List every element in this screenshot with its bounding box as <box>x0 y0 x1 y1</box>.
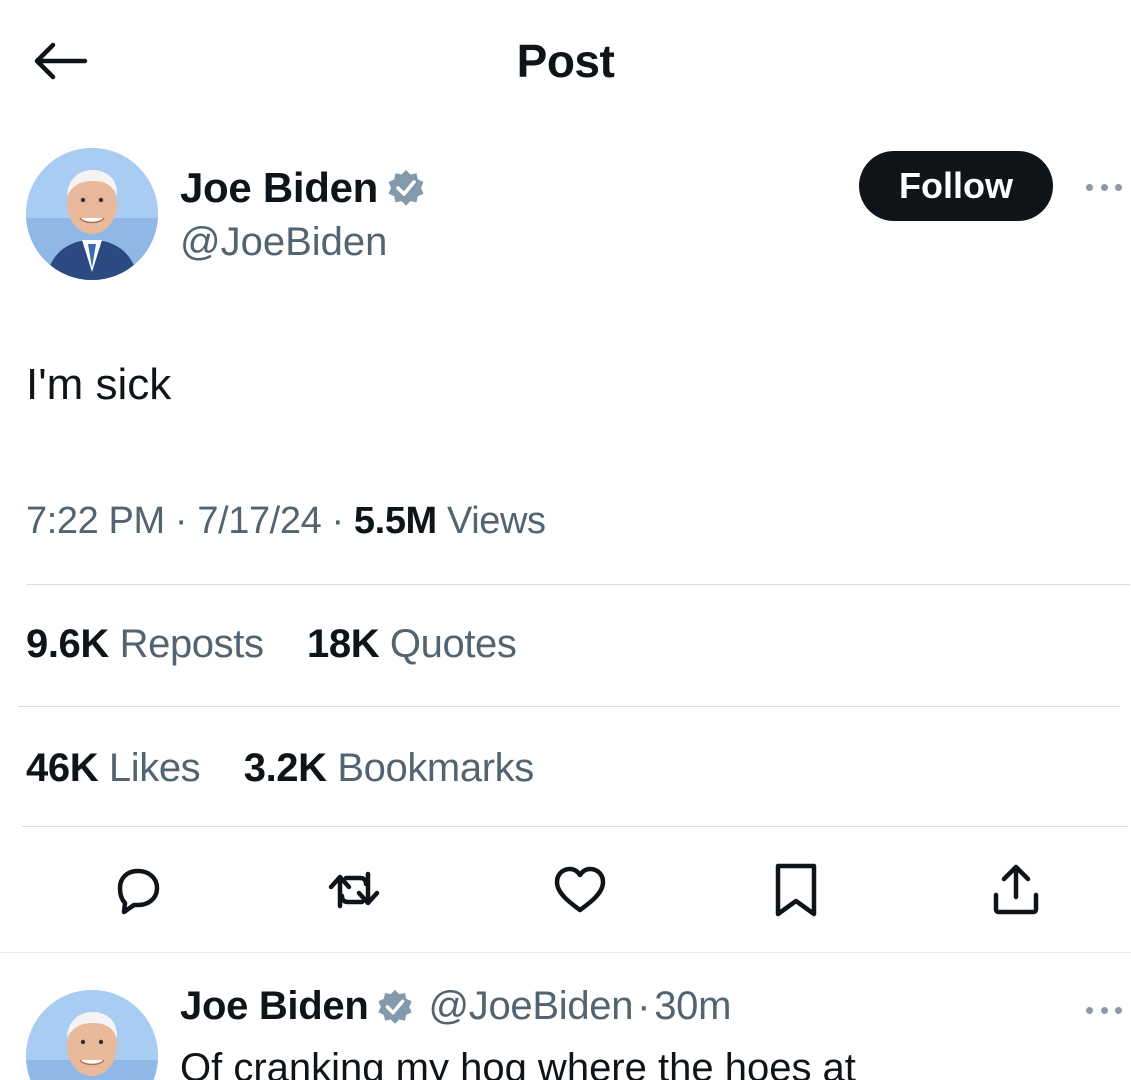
bookmarks-count: 3.2K <box>243 746 327 790</box>
top-bar: Post <box>0 0 1131 124</box>
ellipsis-icon <box>1086 183 1093 191</box>
repost-icon <box>324 862 384 923</box>
quotes-count: 18K <box>307 622 380 666</box>
likes-label: Likes <box>108 746 201 790</box>
reply-time: 30m <box>654 984 732 1028</box>
reply-avatar[interactable] <box>26 990 158 1080</box>
author-handle[interactable]: @JoeBiden <box>180 220 387 265</box>
like-button[interactable] <box>550 862 610 922</box>
repost-button[interactable] <box>324 862 384 922</box>
divider <box>26 584 1130 585</box>
verified-badge-icon <box>376 988 414 1026</box>
quotes-label: Quotes <box>389 622 517 666</box>
bookmark-icon <box>771 860 821 925</box>
stats-row-reposts-quotes: 9.6K Reposts 18K Quotes <box>26 622 517 667</box>
follow-button[interactable]: Follow <box>859 151 1053 221</box>
author-name[interactable]: Joe Biden <box>180 164 378 212</box>
more-options-button[interactable] <box>1086 180 1122 194</box>
quotes-stat[interactable]: 18K Quotes <box>296 622 517 666</box>
reply-icon <box>110 862 166 923</box>
reply-handle-text: @JoeBiden <box>428 984 634 1028</box>
reposts-label: Reposts <box>119 622 264 666</box>
stats-row-likes-bookmarks: 46K Likes 3.2K Bookmarks <box>26 746 534 791</box>
post-meta: 7:22 PM · 7/17/24 · 5.5M Views <box>26 500 546 543</box>
reply-handle[interactable]: @JoeBiden · 30m <box>428 984 731 1029</box>
reply-author-name[interactable]: Joe Biden <box>180 984 369 1029</box>
reposts-count: 9.6K <box>26 622 109 666</box>
divider <box>22 826 1128 827</box>
reply-separator: · <box>637 984 651 1028</box>
share-button[interactable] <box>986 862 1046 922</box>
reply-text: Of cranking my hog where the hoes at <box>180 1046 856 1080</box>
views-label: Views <box>446 500 546 542</box>
post-date[interactable]: 7/17/24 <box>197 500 321 542</box>
reposts-stat[interactable]: 9.6K Reposts <box>26 622 274 666</box>
share-icon <box>988 861 1044 924</box>
likes-count: 46K <box>26 746 99 790</box>
meta-separator: · <box>174 500 188 542</box>
verified-badge-icon <box>386 168 426 208</box>
reply-button[interactable] <box>108 862 168 922</box>
ellipsis-dot <box>1100 1006 1108 1014</box>
avatar[interactable] <box>26 148 158 280</box>
bookmark-button[interactable] <box>766 862 826 922</box>
like-icon <box>551 862 609 923</box>
views-count: 5.5M <box>353 500 437 542</box>
ellipsis-dot <box>1100 183 1108 191</box>
likes-stat[interactable]: 46K Likes <box>26 746 211 790</box>
post-time: 7:22 PM <box>26 500 165 542</box>
reply-header: Joe Biden @JoeBiden · 30m <box>180 984 731 1029</box>
meta-separator: · <box>331 500 344 542</box>
ellipsis-dot <box>1115 1006 1122 1014</box>
ellipsis-dot <box>1115 183 1122 191</box>
author-name-row: Joe Biden <box>180 164 426 212</box>
page-title: Post <box>516 35 615 87</box>
bookmarks-label: Bookmarks <box>337 746 534 790</box>
divider <box>18 706 1120 707</box>
bookmarks-stat[interactable]: 3.2K Bookmarks <box>233 746 534 790</box>
ellipsis-icon <box>1086 1006 1093 1014</box>
reply-more-options-button[interactable] <box>1086 1003 1122 1017</box>
post-text: I'm sick <box>26 360 172 409</box>
divider <box>0 952 1131 953</box>
